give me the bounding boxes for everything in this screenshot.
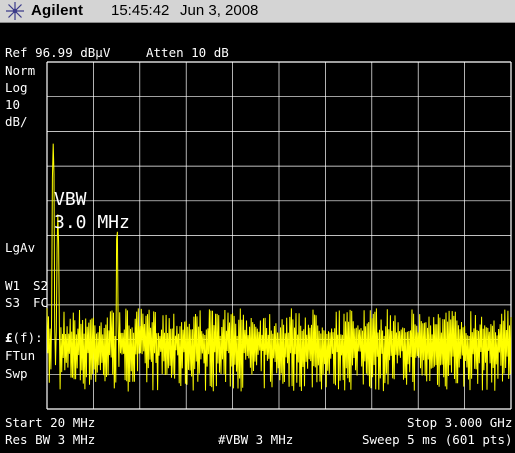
vbw-marker-value: 3.0 MHz: [54, 212, 130, 233]
start-freq: Start 20 MHz: [5, 415, 96, 430]
res-bw: Res BW 3 MHz: [5, 432, 96, 447]
vbw-marker-title: VBW: [54, 189, 87, 210]
stop-freq: Stop 3.000 GHz: [407, 415, 513, 430]
analyzer-screen: Agilent 15:45:42 Jun 3, 2008 Ref 96.99 d…: [0, 0, 515, 453]
sweep-setting: Sweep 5 ms (601 pts): [362, 432, 513, 447]
vbw-setting: #VBW 3 MHz: [218, 432, 294, 447]
